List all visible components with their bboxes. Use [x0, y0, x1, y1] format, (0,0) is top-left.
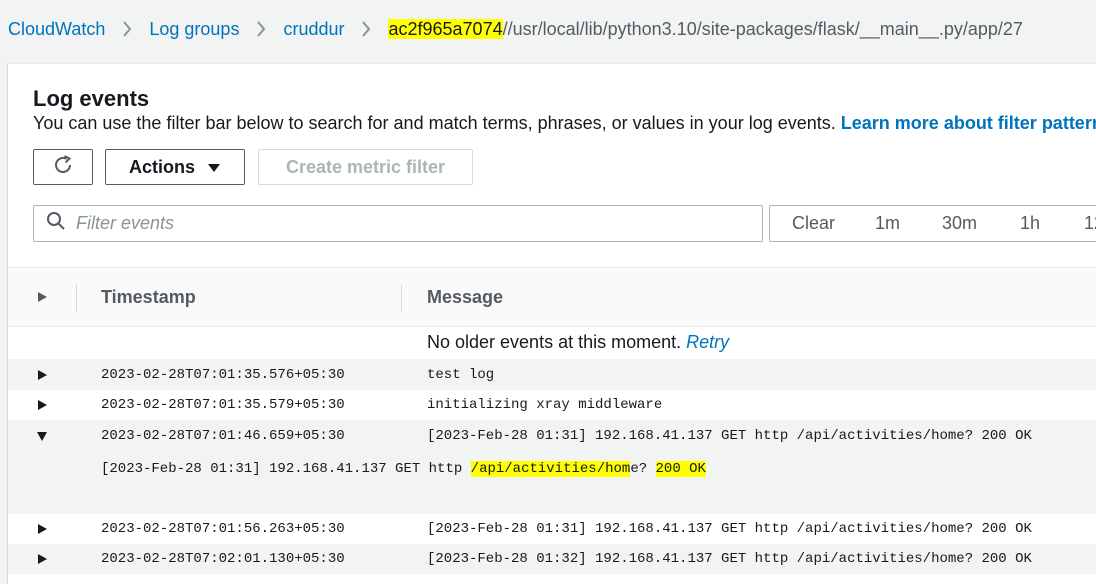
event-message: [2023-Feb-28 01:32] 192.168.41.137 GET h…: [427, 551, 1032, 567]
log-event-row[interactable]: 2023-02-28T07:01:35.579+05:30 initializi…: [8, 390, 1096, 420]
expand-all-icon[interactable]: [36, 268, 48, 326]
refresh-icon: [52, 154, 74, 181]
retry-link[interactable]: Retry: [686, 332, 729, 353]
log-event-row-expanded[interactable]: 2023-02-28T07:01:46.659+05:30 [2023-Feb-…: [8, 420, 1096, 452]
breadcrumb-log-groups[interactable]: Log groups: [149, 19, 239, 40]
expanded-message-text: [2023-Feb-28 01:31] 192.168.41.137 GET h…: [101, 458, 706, 480]
chevron-right-icon: [105, 20, 149, 38]
search-icon: [46, 211, 66, 236]
collapse-row-icon[interactable]: [36, 420, 48, 452]
timestamp-column-header[interactable]: Timestamp: [101, 268, 196, 326]
event-message: [2023-Feb-28 01:31] 192.168.41.137 GET h…: [427, 521, 1032, 537]
event-timestamp: 2023-02-28T07:01:35.579+05:30: [101, 397, 345, 413]
range-1h[interactable]: 1h: [1020, 206, 1040, 241]
range-30m[interactable]: 30m: [942, 206, 977, 241]
highlighted-status: 200 OK: [655, 461, 706, 477]
page-title: Log events: [33, 86, 150, 111]
expand-row-icon[interactable]: [36, 514, 48, 544]
event-timestamp: 2023-02-28T07:01:46.659+05:30: [101, 428, 345, 444]
actions-dropdown[interactable]: Actions: [105, 149, 245, 185]
log-stream-path: //usr/local/lib/python3.10/site-packages…: [502, 18, 1023, 39]
log-event-row[interactable]: 2023-02-28T07:01:35.576+05:30 test log: [8, 359, 1096, 390]
breadcrumb-current-log-stream: ac2f965a7074//usr/local/lib/python3.10/s…: [388, 18, 1023, 40]
column-divider: [76, 284, 77, 312]
time-range-selector: Clear 1m 30m 1h 12h: [769, 205, 1096, 242]
range-1m[interactable]: 1m: [875, 206, 900, 241]
panel-description: You can use the filter bar below to sear…: [33, 113, 1096, 134]
learn-more-link[interactable]: Learn more about filter patterns: [841, 113, 1096, 133]
chevron-right-icon: [239, 20, 283, 38]
no-older-text: No older events at this moment.: [427, 331, 682, 352]
event-message: initializing xray middleware: [427, 397, 663, 413]
chevron-right-icon: [344, 20, 388, 38]
create-metric-filter-button[interactable]: Create metric filter: [258, 149, 473, 185]
expand-row-icon[interactable]: [36, 544, 48, 574]
caret-down-icon: [207, 157, 221, 178]
column-divider: [401, 284, 402, 312]
breadcrumb: CloudWatch Log groups cruddur ac2f965a70…: [0, 0, 1096, 58]
range-12h[interactable]: 12h: [1084, 206, 1096, 241]
detail-path-rest: e?: [630, 461, 656, 477]
actions-label: Actions: [128, 156, 195, 177]
clear-button[interactable]: Clear: [792, 206, 835, 241]
log-events-panel: Log events You can use the filter bar be…: [7, 63, 1096, 584]
highlighted-container-id: ac2f965a7074: [388, 18, 503, 39]
event-message: [2023-Feb-28 01:31] 192.168.41.137 GET h…: [427, 428, 1032, 444]
expand-row-icon[interactable]: [36, 390, 48, 420]
log-event-row[interactable]: 2023-02-28T07:01:56.263+05:30 [2023-Feb-…: [8, 514, 1096, 544]
filter-events-input[interactable]: Filter events: [33, 205, 763, 242]
event-message: test log: [427, 366, 495, 383]
expanded-event-detail: [2023-Feb-28 01:31] 192.168.41.137 GET h…: [8, 452, 1096, 514]
log-event-row[interactable]: 2023-02-28T07:02:01.130+05:30 [2023-Feb-…: [8, 544, 1096, 574]
description-text: You can use the filter bar below to sear…: [33, 113, 836, 133]
filter-placeholder: Filter events: [76, 213, 175, 233]
event-timestamp: 2023-02-28T07:01:56.263+05:30: [101, 521, 345, 537]
expand-row-icon[interactable]: [36, 359, 48, 390]
breadcrumb-cloudwatch[interactable]: CloudWatch: [8, 19, 105, 40]
event-timestamp: 2023-02-28T07:02:01.130+05:30: [101, 551, 345, 567]
log-table-header: Timestamp Message: [8, 267, 1096, 327]
detail-prefix: [2023-Feb-28 01:31] 192.168.41.137 GET h…: [101, 461, 471, 477]
message-column-header[interactable]: Message: [427, 268, 503, 326]
refresh-button[interactable]: [33, 149, 93, 185]
event-timestamp: 2023-02-28T07:01:35.576+05:30: [101, 366, 345, 383]
no-older-events-row: No older events at this moment. Retry: [8, 326, 1096, 358]
highlighted-path: /api/activities/hom: [470, 461, 631, 477]
breadcrumb-cruddur[interactable]: cruddur: [283, 19, 344, 40]
